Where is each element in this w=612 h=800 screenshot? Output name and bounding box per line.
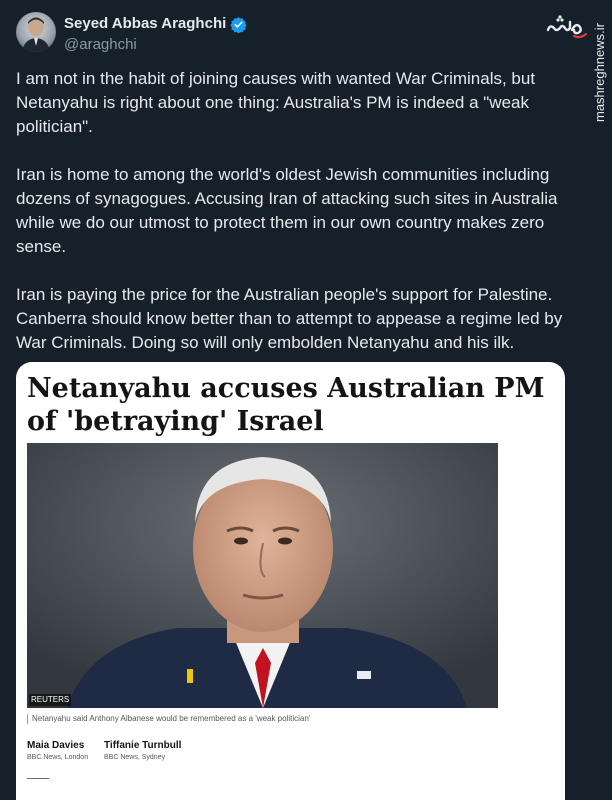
author-org: BBC News, London [27,754,89,761]
author-handle[interactable]: @araghchi [64,35,137,55]
verified-badge-icon [230,16,247,33]
divider [27,778,49,779]
attached-article-image[interactable]: Netanyahu accuses Australian PM of 'betr… [16,362,565,800]
article-author: Maia Davies BBC News, London [27,739,88,763]
watermark-site: mashreghnews.ir [592,23,607,122]
author-name: Maia Davies [27,740,85,751]
author-org: BBC News, Sydney [104,754,166,761]
author-name-row[interactable]: Seyed Abbas Araghchi [64,14,247,34]
article-author: Tiffanie Turnbull BBC News, Sydney [104,739,181,763]
article-photo: REUTERS [27,443,498,708]
tweet-text: I am not in the habit of joining causes … [16,67,576,379]
tweet-paragraph: I am not in the habit of joining causes … [16,69,536,136]
mashregh-logo-icon [544,14,588,40]
avatar[interactable] [16,12,56,52]
tweet-paragraph: Iran is home to among the world's oldest… [16,165,558,256]
tweet-paragraph: Iran is paying the price for the Austral… [16,285,563,352]
article-headline: Netanyahu accuses Australian PM of 'betr… [27,373,545,437]
photo-credit: REUTERS [29,694,72,706]
photo-caption: Netanyahu said Anthony Albanese would be… [27,714,552,724]
author-display-name[interactable]: Seyed Abbas Araghchi [64,14,226,34]
author-name: Tiffanie Turnbull [104,740,182,751]
